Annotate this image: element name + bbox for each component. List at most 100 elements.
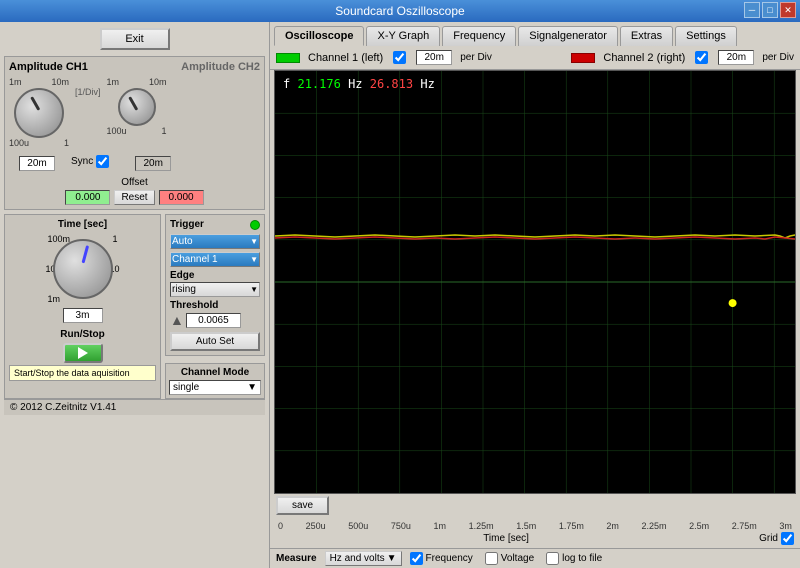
left-panel: Exit Amplitude CH1 Amplitude CH2 1m 10m … — [0, 22, 270, 568]
ch2-sync-input[interactable] — [135, 156, 171, 171]
freq-f-label: f — [283, 77, 290, 91]
ch2-per-div-input[interactable] — [718, 50, 754, 65]
ch1-amplitude-label: Amplitude CH1 — [9, 61, 88, 73]
threshold-input[interactable] — [186, 313, 241, 328]
trigger-led — [250, 220, 260, 230]
voltage-cb-item: Voltage — [485, 552, 534, 565]
knob-row: 1m 10m 100u 1 [1/Div] 1m — [9, 77, 260, 148]
time-axis-label: Time [sec] — [483, 533, 529, 544]
axis-footer: Time [sec] Grid — [276, 532, 794, 545]
ch1-sync-input[interactable] — [19, 156, 55, 171]
grid-svg — [275, 71, 795, 493]
auto-arrow: ▼ — [250, 237, 258, 246]
ch1-knob-container: 1m 10m 100u 1 — [9, 77, 69, 148]
edge-label: Edge — [170, 270, 260, 281]
ch1-label: Channel 1 (left) — [308, 52, 383, 64]
edge-select[interactable]: rising ▼ — [170, 282, 260, 297]
save-btn-area: save — [270, 494, 800, 518]
reset-button[interactable]: Reset — [114, 190, 154, 205]
grid-checkbox-container: Grid — [759, 532, 794, 545]
measure-checkboxes: Frequency Voltage log to file — [410, 552, 603, 565]
tooltip-text: Start/Stop the data aquisition — [14, 368, 130, 378]
tab-extras[interactable]: Extras — [620, 26, 673, 46]
edge-arrow: ▼ — [250, 285, 258, 294]
ch2-sync-row — [135, 156, 171, 171]
auto-set-button[interactable]: Auto Set — [170, 332, 260, 351]
title-bar: Soundcard Oszilloscope ─ □ ✕ — [0, 0, 800, 22]
measure-label: Measure — [276, 553, 317, 564]
threshold-up-arrow[interactable]: ▲ — [170, 312, 184, 328]
edge-value: rising — [172, 284, 196, 295]
ch1-per-div-label: per Div — [460, 52, 492, 63]
copyright-text: © 2012 C.Zeitnitz V1.41 — [10, 402, 116, 413]
auto-label: Auto — [172, 236, 193, 247]
measure-select-label: Hz and volts — [330, 553, 385, 564]
app-title: Soundcard Oszilloscope — [335, 4, 464, 18]
grid-label: Grid — [759, 533, 778, 544]
channel-select[interactable]: Channel 1 ▼ — [170, 252, 260, 267]
time-input[interactable] — [63, 308, 103, 323]
channel-mode-select[interactable]: single ▼ — [169, 380, 261, 395]
sync-checkbox[interactable] — [96, 155, 109, 168]
exit-button[interactable]: Exit — [100, 28, 170, 50]
voltage-checkbox[interactable] — [485, 552, 498, 565]
run-stop-button[interactable] — [63, 343, 103, 363]
threshold-label: Threshold — [170, 300, 260, 311]
sync-middle: Sync — [71, 152, 109, 171]
time-knob-container: 100m 1 10m 10 1m — [48, 234, 118, 304]
div-label: [1/Div] — [75, 87, 101, 97]
close-button[interactable]: ✕ — [780, 2, 796, 18]
main-layout: Exit Amplitude CH1 Amplitude CH2 1m 10m … — [0, 22, 800, 568]
trigger-header: Trigger — [170, 219, 260, 230]
tab-signalgenerator[interactable]: Signalgenerator — [518, 26, 618, 46]
minimize-button[interactable]: ─ — [744, 2, 760, 18]
tab-xy-graph[interactable]: X-Y Graph — [366, 26, 440, 46]
tab-settings[interactable]: Settings — [675, 26, 737, 46]
trigger-column: Trigger Auto ▼ Channel 1 ▼ Edge rising — [165, 214, 265, 399]
run-stop-section: Run/Stop — [9, 329, 156, 363]
right-panel: Oscilloscope X-Y Graph Frequency Signalg… — [270, 22, 800, 568]
channel-mode-section: Channel Mode single ▼ — [165, 363, 265, 399]
time-title: Time [sec] — [9, 219, 156, 230]
maximize-button[interactable]: □ — [762, 2, 778, 18]
frequency-cb-item: Frequency — [410, 552, 473, 565]
ch2-offset-input[interactable] — [159, 190, 204, 205]
tab-oscilloscope[interactable]: Oscilloscope — [274, 26, 364, 46]
ch2-checkbox[interactable] — [695, 51, 708, 64]
tab-frequency[interactable]: Frequency — [442, 26, 516, 46]
title-bar-controls: ─ □ ✕ — [744, 2, 796, 18]
ch2-per-div-label: per Div — [762, 52, 794, 63]
ch2-label: Channel 2 (right) — [603, 52, 685, 64]
ch1-scale-top: 1m 10m — [9, 77, 69, 87]
log-checkbox[interactable] — [546, 552, 559, 565]
ch2-indicator — [571, 53, 595, 63]
voltage-label: Voltage — [501, 553, 534, 564]
time-knob[interactable] — [53, 239, 113, 299]
scope-display: f 21.176 Hz 26.813 Hz — [274, 70, 796, 494]
ch2-amplitude-knob[interactable] — [118, 88, 156, 126]
log-cb-item: log to file — [546, 552, 602, 565]
freq-hz1: Hz — [348, 77, 362, 91]
save-button[interactable]: save — [276, 496, 329, 515]
time-section: Time [sec] 100m 1 10m 10 1m Run/Stop — [4, 214, 161, 399]
ch1-amplitude-knob[interactable] — [14, 88, 64, 138]
frequency-label: Frequency — [426, 553, 473, 564]
channel-label: Channel 1 — [172, 254, 218, 265]
ch1-checkbox[interactable] — [393, 51, 406, 64]
time-axis-labels: 0 250u 500u 750u 1m 1.25m 1.5m 1.75m 2m … — [276, 521, 794, 531]
left-footer: © 2012 C.Zeitnitz V1.41 — [4, 399, 265, 415]
freq-ch2-value: 26.813 — [370, 77, 413, 91]
log-label: log to file — [562, 553, 602, 564]
time-scale-1: 1 — [112, 234, 117, 244]
auto-select[interactable]: Auto ▼ — [170, 234, 260, 249]
measure-bar: Measure Hz and volts ▼ Frequency Voltage… — [270, 548, 800, 568]
freq-display: f 21.176 Hz 26.813 Hz — [283, 77, 435, 91]
ch1-per-div-input[interactable] — [416, 50, 452, 65]
time-axis-container: 0 250u 500u 750u 1m 1.25m 1.5m 1.75m 2m … — [276, 521, 794, 531]
threshold-row: ▲ — [170, 312, 260, 328]
channel-arrow: ▼ — [250, 255, 258, 264]
ch1-offset-input[interactable] — [65, 190, 110, 205]
measure-select-button[interactable]: Hz and volts ▼ — [325, 551, 402, 566]
grid-checkbox[interactable] — [781, 532, 794, 545]
frequency-checkbox[interactable] — [410, 552, 423, 565]
